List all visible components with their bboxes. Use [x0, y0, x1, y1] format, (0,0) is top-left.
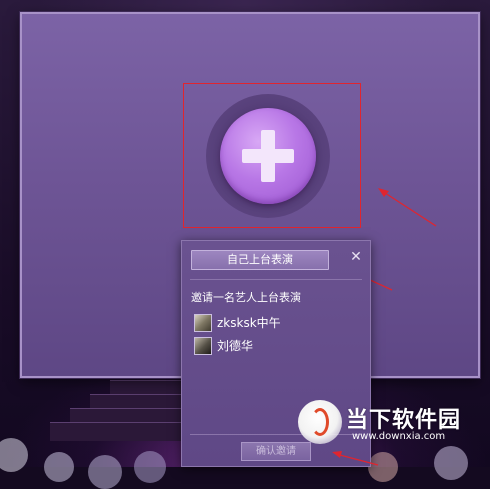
- annotation-arrow: [378, 188, 437, 227]
- artist-name: 刘德华: [217, 339, 254, 353]
- perform-self-button[interactable]: 自己上台表演: [191, 250, 329, 270]
- avatar: [194, 337, 212, 355]
- avatar: [194, 314, 212, 332]
- watermark: 当下软件园 www.downxia.com: [296, 398, 486, 456]
- bokeh-light: [44, 452, 74, 482]
- annotation-box: [183, 83, 361, 228]
- watermark-logo-icon: [298, 400, 342, 444]
- close-icon[interactable]: ✕: [348, 249, 364, 265]
- watermark-title: 当下软件园: [346, 408, 462, 433]
- bokeh-light: [134, 451, 166, 483]
- artist-name: zksksk中午: [217, 316, 281, 330]
- invite-artist-label: 邀请一名艺人上台表演: [191, 291, 301, 304]
- watermark-url: www.downxia.com: [352, 431, 446, 442]
- divider: [190, 279, 362, 280]
- bokeh-light: [88, 455, 122, 489]
